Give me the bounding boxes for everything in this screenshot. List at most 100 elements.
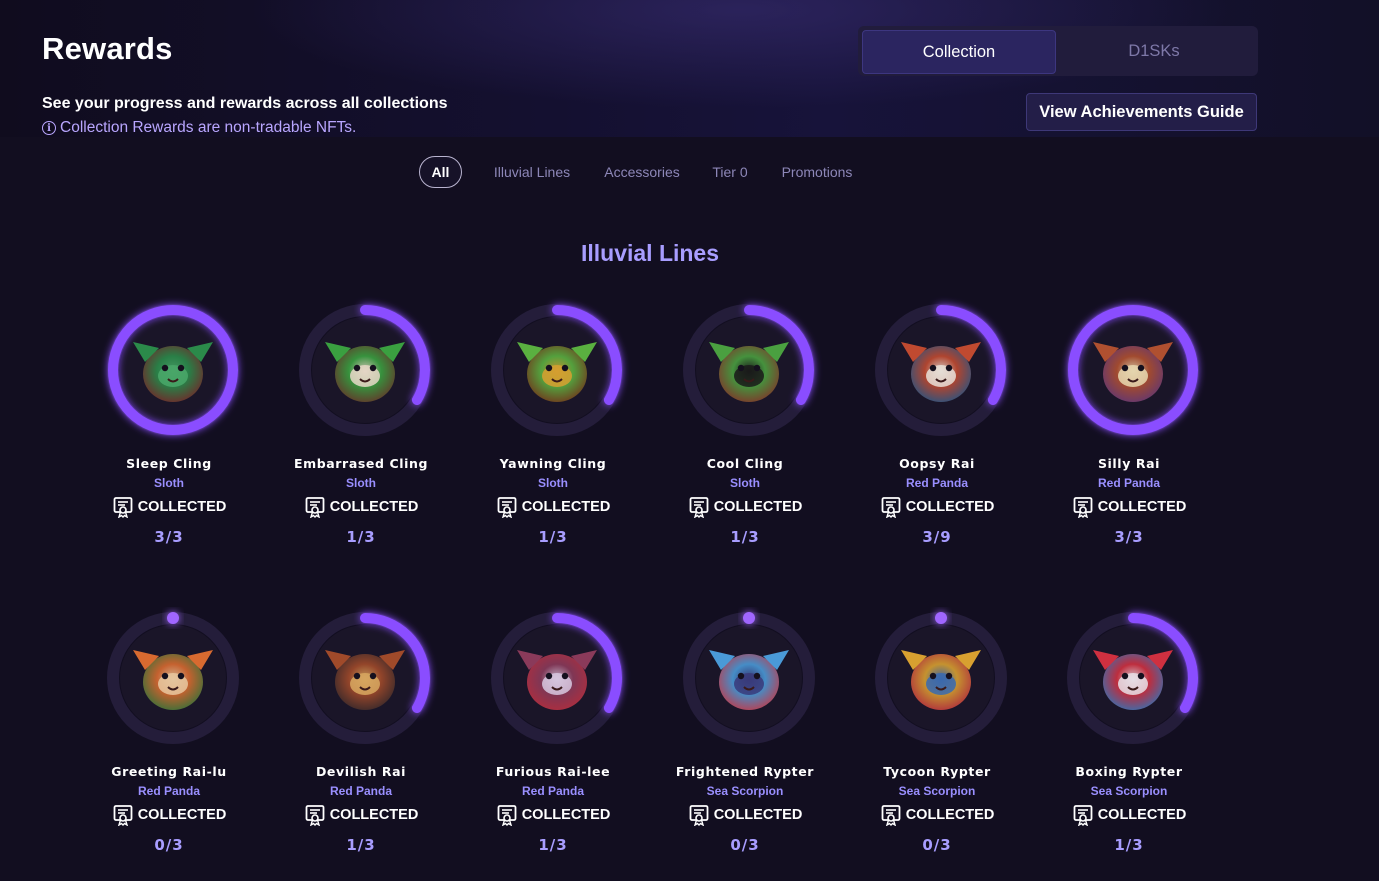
card-name: Boxing Rypter (1075, 764, 1183, 779)
card-status: COLLECTED (841, 804, 1033, 826)
card-type: Red Panda (521, 784, 584, 798)
filter-bar: All Illuvial Lines Accessories Tier 0 Pr… (0, 156, 1379, 188)
card-name: Furious Rai-lee (495, 764, 611, 779)
card-count: 0/3 (922, 836, 952, 854)
progress-ring (487, 608, 627, 748)
progress-ring (1063, 300, 1203, 440)
card-status: COLLECTED (457, 804, 649, 826)
reward-card[interactable]: Oopsy Rai Red Panda COLLECTED 3/9 (841, 300, 1033, 550)
card-count: 0/3 (730, 836, 760, 854)
ring-start-dot (167, 612, 179, 624)
status-label: COLLECTED (137, 499, 227, 515)
filter-promotions[interactable]: Promotions (774, 156, 860, 188)
card-name: Oopsy Rai (899, 456, 975, 471)
card-count: 1/3 (346, 836, 376, 854)
info-icon: i (42, 121, 56, 135)
card-type: Sea Scorpion (1090, 784, 1168, 798)
ring-start-dot (743, 612, 755, 624)
certificate-icon (305, 497, 325, 518)
certificate-icon (881, 497, 901, 518)
certificate-icon (497, 805, 517, 826)
reward-card[interactable]: Silly Rai Red Panda COLLECTED 3/3 (1033, 300, 1225, 550)
card-type: Red Panda (905, 476, 968, 490)
certificate-icon (689, 497, 709, 518)
card-type: Red Panda (137, 784, 200, 798)
status-label: COLLECTED (329, 499, 419, 515)
reward-card[interactable]: Frightened Rypter Sea Scorpion COLLECTED 0/… (649, 608, 841, 858)
progress-ring (679, 300, 819, 440)
ring-start-dot (935, 612, 947, 624)
info-text: Collection Rewards are non-tradable NFTs… (60, 119, 357, 136)
card-status: COLLECTED (73, 496, 265, 518)
view-achievements-guide-button[interactable]: View Achievements Guide (1026, 93, 1257, 131)
card-type: Sloth (730, 476, 760, 490)
certificate-icon (305, 805, 325, 826)
card-name: Silly Rai (1097, 456, 1161, 471)
status-label: COLLECTED (713, 499, 803, 515)
card-count: 1/3 (730, 528, 760, 546)
status-label: COLLECTED (905, 807, 995, 823)
reward-card[interactable]: Greeting Rai-lu Red Panda COLLECTED 0/3 (73, 608, 265, 858)
card-status: COLLECTED (841, 496, 1033, 518)
status-label: COLLECTED (713, 807, 803, 823)
card-count: 1/3 (538, 836, 568, 854)
card-type: Sea Scorpion (898, 784, 976, 798)
card-name: Greeting Rai-lu (111, 764, 227, 779)
card-status: COLLECTED (73, 804, 265, 826)
status-label: COLLECTED (521, 499, 611, 515)
card-status: COLLECTED (649, 804, 841, 826)
filter-illuvial-lines[interactable]: Illuvial Lines (486, 156, 578, 188)
reward-card[interactable]: Devilish Rai Red Panda COLLECTED 1/3 (265, 608, 457, 858)
filter-accessories[interactable]: Accessories (598, 156, 686, 188)
progress-ring (1063, 608, 1203, 748)
progress-ring (487, 300, 627, 440)
certificate-icon (497, 497, 517, 518)
card-name: Embarrased Cling (293, 456, 429, 471)
card-count: 3/9 (922, 528, 952, 546)
card-name: Sleep Cling (126, 456, 212, 471)
reward-card[interactable]: Boxing Rypter Sea Scorpion COLLECTED 1/3 (1033, 608, 1225, 858)
progress-ring (295, 608, 435, 748)
progress-ring (295, 300, 435, 440)
certificate-icon (881, 805, 901, 826)
card-name: Devilish Rai (315, 764, 407, 779)
status-label: COLLECTED (137, 807, 227, 823)
card-status: COLLECTED (457, 496, 649, 518)
card-count: 1/3 (346, 528, 376, 546)
tab-d1sks[interactable]: D1SKs (1058, 30, 1250, 72)
section-title: Illuvial Lines (580, 240, 720, 266)
status-label: COLLECTED (1097, 807, 1187, 823)
tab-collection[interactable]: Collection (862, 30, 1056, 74)
reward-card[interactable]: Cool Cling Sloth COLLECTED 1/3 (649, 300, 841, 550)
card-name: Yawning Cling (499, 456, 607, 471)
progress-ring (871, 300, 1011, 440)
card-name: Cool Cling (706, 456, 784, 471)
status-label: COLLECTED (905, 499, 995, 515)
reward-card[interactable]: Tycoon Rypter Sea Scorpion COLLECTED 0/3 (841, 608, 1033, 858)
card-type: Sloth (154, 476, 184, 490)
progress-ring (103, 608, 243, 748)
reward-card[interactable]: Yawning Cling Sloth COLLECTED 1/3 (457, 300, 649, 550)
card-type: Sloth (346, 476, 376, 490)
reward-card[interactable]: Sleep Cling Sloth COLLECTED 3/3 (73, 300, 265, 550)
card-name: Tycoon Rypter (883, 764, 991, 779)
certificate-icon (113, 805, 133, 826)
card-count: 3/3 (154, 528, 184, 546)
card-status: COLLECTED (649, 496, 841, 518)
status-label: COLLECTED (329, 807, 419, 823)
certificate-icon (1073, 805, 1093, 826)
card-status: COLLECTED (1033, 496, 1225, 518)
rewards-page: Rewards See your progress and rewards ac… (0, 0, 1379, 881)
info-note: i Collection Rewards are non-tradable NF… (42, 119, 356, 137)
card-type: Red Panda (329, 784, 392, 798)
progress-ring (103, 300, 243, 440)
view-toggle: Collection D1SKs (858, 26, 1258, 76)
reward-card[interactable]: Furious Rai-lee Red Panda COLLECTED 1/3 (457, 608, 649, 858)
filter-all[interactable]: All (419, 156, 462, 188)
page-title: Rewards (42, 31, 173, 66)
card-type: Sea Scorpion (706, 784, 784, 798)
page-subtitle: See your progress and rewards across all… (42, 95, 448, 112)
filter-tier-0[interactable]: Tier 0 (706, 156, 754, 188)
card-status: COLLECTED (265, 496, 457, 518)
reward-card[interactable]: Embarrased Cling Sloth COLLECTED 1/3 (265, 300, 457, 550)
